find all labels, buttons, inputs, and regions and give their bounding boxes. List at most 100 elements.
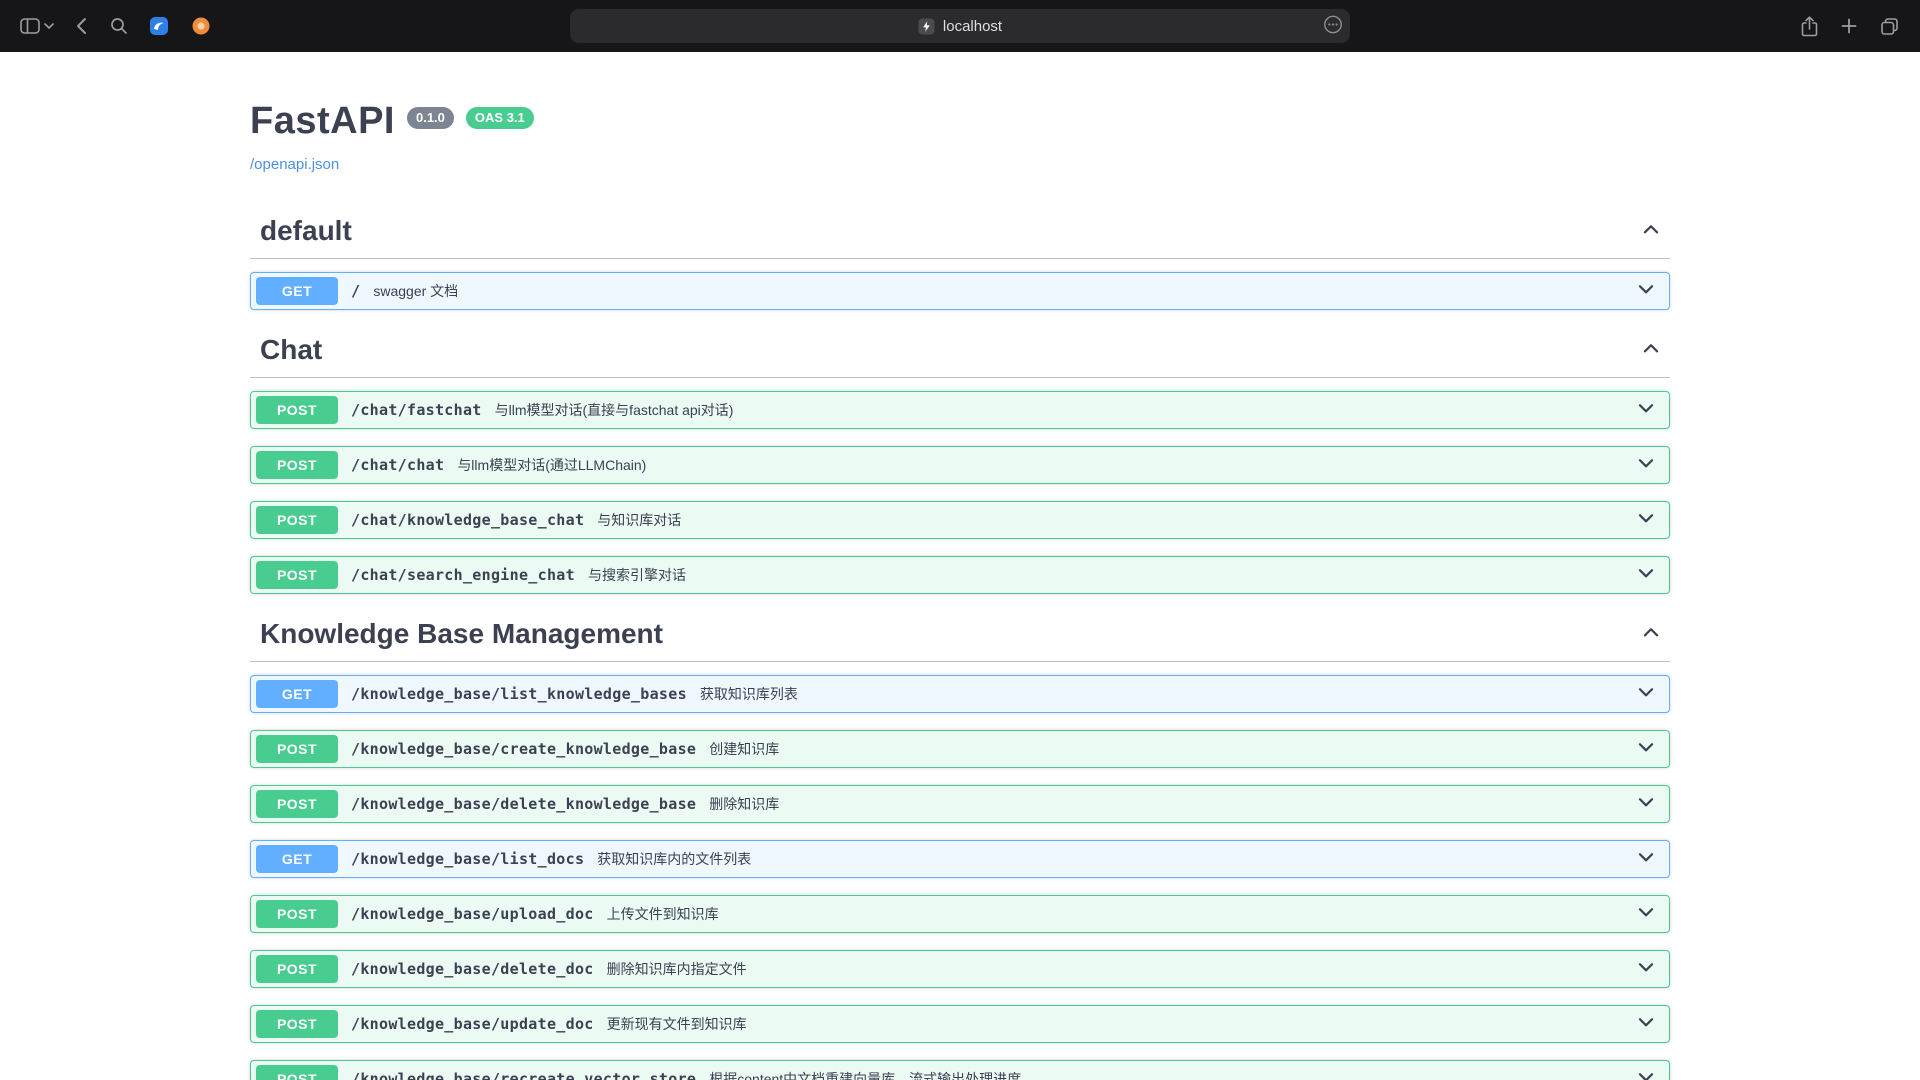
tag-section: default GET / swagger 文档 xyxy=(250,208,1670,310)
expand-endpoint-button[interactable] xyxy=(1633,899,1659,928)
chevron-down-icon xyxy=(1635,846,1657,871)
endpoint-description: 与知识库对话 xyxy=(597,510,681,530)
endpoint-path: /chat/chat xyxy=(351,456,444,474)
orange-extension-icon xyxy=(191,16,211,36)
endpoint-description: swagger 文档 xyxy=(373,281,458,301)
chevron-down-icon xyxy=(1635,736,1657,761)
sidebar-icon xyxy=(20,18,40,34)
chevron-down-icon xyxy=(1635,681,1657,706)
expand-endpoint-button[interactable] xyxy=(1633,789,1659,818)
endpoint-description: 与llm模型对话(直接与fastchat api对话) xyxy=(495,400,734,420)
page-menu-button[interactable] xyxy=(1323,15,1343,38)
section-title: Chat xyxy=(260,333,322,367)
tag-header[interactable]: Chat xyxy=(250,327,1670,378)
back-button[interactable] xyxy=(66,9,96,43)
endpoint-row[interactable]: GET /knowledge_base/list_knowledge_bases… xyxy=(250,675,1670,713)
extension-button-orange[interactable] xyxy=(184,9,218,43)
chevron-down-icon xyxy=(1635,791,1657,816)
method-badge: POST xyxy=(256,451,338,479)
endpoint-row[interactable]: GET /knowledge_base/list_docs 获取知识库内的文件列… xyxy=(250,840,1670,878)
ellipsis-circle-icon xyxy=(1323,15,1343,38)
tag-section: Chat POST /chat/fastchat 与llm模型对话(直接与fas… xyxy=(250,327,1670,594)
api-title-row: FastAPI 0.1.0 OAS 3.1 xyxy=(250,100,1670,144)
endpoint-row[interactable]: POST /chat/search_engine_chat 与搜索引擎对话 xyxy=(250,556,1670,594)
collapse-section-button[interactable] xyxy=(1638,619,1664,648)
endpoint-description: 与llm模型对话(通过LLMChain) xyxy=(457,455,646,475)
endpoint-row[interactable]: POST /chat/chat 与llm模型对话(通过LLMChain) xyxy=(250,446,1670,484)
endpoint-path: /knowledge_base/upload_doc xyxy=(351,905,594,923)
chevron-down-icon xyxy=(44,23,54,29)
expand-endpoint-button[interactable] xyxy=(1633,679,1659,708)
api-sections: default GET / swagger 文档 Chat xyxy=(250,208,1670,1080)
method-badge: POST xyxy=(256,900,338,928)
blue-extension-icon xyxy=(149,16,169,36)
browser-toolbar: localhost xyxy=(0,0,1920,52)
expand-endpoint-button[interactable] xyxy=(1633,1009,1659,1038)
endpoint-description: 删除知识库内指定文件 xyxy=(607,959,747,979)
section-endpoints: POST /chat/fastchat 与llm模型对话(直接与fastchat… xyxy=(250,378,1670,594)
address-bar[interactable]: localhost xyxy=(570,9,1350,43)
openapi-spec-link[interactable]: /openapi.json xyxy=(250,156,339,173)
endpoint-row[interactable]: POST /knowledge_base/update_doc 更新现有文件到知… xyxy=(250,1005,1670,1043)
expand-endpoint-button[interactable] xyxy=(1633,954,1659,983)
chevron-down-icon xyxy=(1635,1066,1657,1080)
endpoint-row[interactable]: POST /knowledge_base/create_knowledge_ba… xyxy=(250,730,1670,768)
method-badge: POST xyxy=(256,955,338,983)
expand-endpoint-button[interactable] xyxy=(1633,734,1659,763)
endpoint-path: /chat/search_engine_chat xyxy=(351,566,575,584)
chevron-down-icon xyxy=(1635,956,1657,981)
section-title: Knowledge Base Management xyxy=(260,617,663,651)
share-icon xyxy=(1800,16,1819,37)
method-badge: POST xyxy=(256,735,338,763)
method-badge: POST xyxy=(256,1065,338,1080)
tag-header[interactable]: default xyxy=(250,208,1670,259)
endpoint-row[interactable]: POST /knowledge_base/delete_doc 删除知识库内指定… xyxy=(250,950,1670,988)
extension-button-blue[interactable] xyxy=(142,9,176,43)
endpoint-description: 更新现有文件到知识库 xyxy=(607,1014,747,1034)
method-badge: POST xyxy=(256,1010,338,1038)
expand-endpoint-button[interactable] xyxy=(1633,1064,1659,1080)
collapse-section-button[interactable] xyxy=(1638,216,1664,245)
expand-endpoint-button[interactable] xyxy=(1633,395,1659,424)
chevron-up-icon xyxy=(1640,337,1662,362)
section-title: default xyxy=(260,214,352,248)
site-favicon-icon xyxy=(918,18,935,35)
chevron-down-icon xyxy=(1635,397,1657,422)
chevron-down-icon xyxy=(1635,562,1657,587)
share-button[interactable] xyxy=(1794,9,1824,43)
oas-badge: OAS 3.1 xyxy=(466,107,534,129)
chevron-up-icon xyxy=(1640,621,1662,646)
endpoint-row[interactable]: POST /chat/knowledge_base_chat 与知识库对话 xyxy=(250,501,1670,539)
tag-header[interactable]: Knowledge Base Management xyxy=(250,611,1670,662)
endpoint-description: 删除知识库 xyxy=(709,794,779,814)
endpoint-description: 根据content中文档重建向量库，流式输出处理进度。 xyxy=(709,1069,1035,1080)
endpoint-path: /knowledge_base/list_knowledge_bases xyxy=(351,685,687,703)
endpoint-description: 创建知识库 xyxy=(709,739,779,759)
swagger-container: FastAPI 0.1.0 OAS 3.1 /openapi.json defa… xyxy=(250,52,1670,1080)
tag-section: Knowledge Base Management GET /knowledge… xyxy=(250,611,1670,1080)
chevron-down-icon xyxy=(1635,1011,1657,1036)
sidebar-toggle-button[interactable] xyxy=(16,9,58,43)
back-arrow-icon xyxy=(76,17,87,35)
expand-endpoint-button[interactable] xyxy=(1633,505,1659,534)
endpoint-row[interactable]: POST /knowledge_base/delete_knowledge_ba… xyxy=(250,785,1670,823)
endpoint-row[interactable]: GET / swagger 文档 xyxy=(250,272,1670,310)
endpoint-row[interactable]: POST /knowledge_base/recreate_vector_sto… xyxy=(250,1060,1670,1080)
collapse-section-button[interactable] xyxy=(1638,335,1664,364)
tab-overview-button[interactable] xyxy=(1874,9,1904,43)
method-badge: POST xyxy=(256,396,338,424)
expand-endpoint-button[interactable] xyxy=(1633,844,1659,873)
expand-endpoint-button[interactable] xyxy=(1633,276,1659,305)
endpoint-path: /chat/knowledge_base_chat xyxy=(351,511,584,529)
endpoint-row[interactable]: POST /knowledge_base/upload_doc 上传文件到知识库 xyxy=(250,895,1670,933)
endpoint-row[interactable]: POST /chat/fastchat 与llm模型对话(直接与fastchat… xyxy=(250,391,1670,429)
expand-endpoint-button[interactable] xyxy=(1633,560,1659,589)
search-button[interactable] xyxy=(104,9,134,43)
chevron-down-icon xyxy=(1635,507,1657,532)
search-icon xyxy=(110,17,128,35)
expand-endpoint-button[interactable] xyxy=(1633,450,1659,479)
toolbar-right-group xyxy=(1350,9,1904,43)
endpoint-path: / xyxy=(351,282,360,300)
endpoint-path: /knowledge_base/update_doc xyxy=(351,1015,594,1033)
new-tab-button[interactable] xyxy=(1834,9,1864,43)
